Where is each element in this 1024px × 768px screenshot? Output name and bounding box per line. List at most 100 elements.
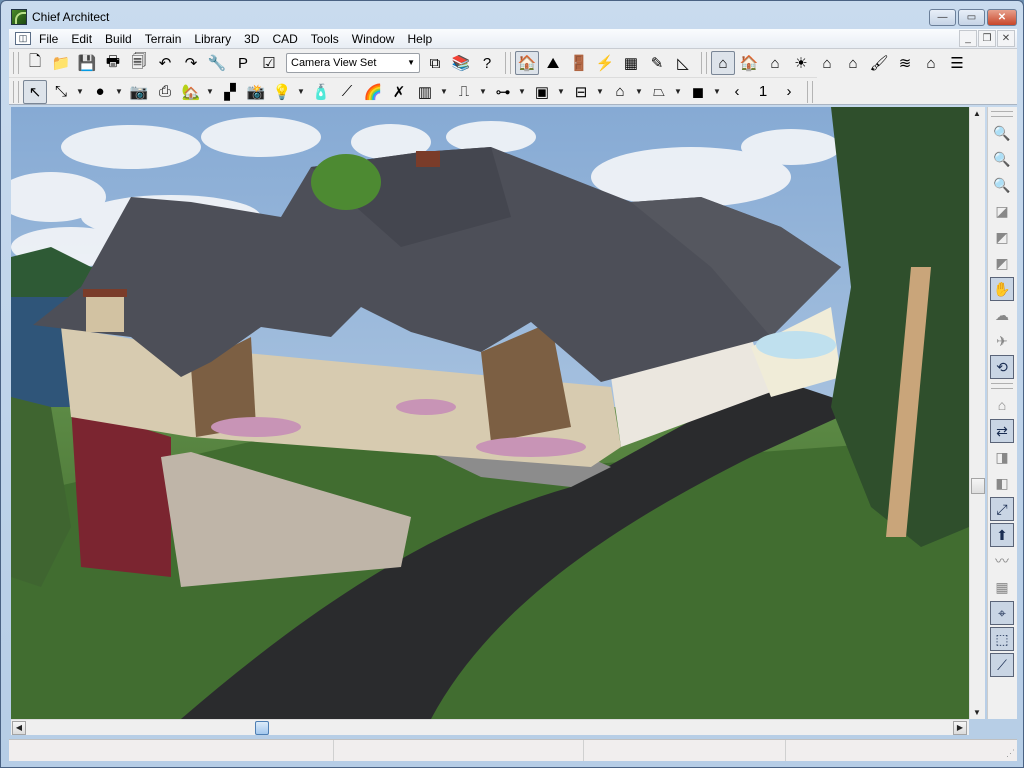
print-button[interactable]: 🖶: [101, 51, 125, 75]
toolbar-gripper[interactable]: [505, 52, 511, 74]
pan-button[interactable]: ✋: [990, 277, 1014, 301]
print-preview-button[interactable]: 🗐: [127, 51, 151, 75]
text-dimension-button[interactable]: ⤢: [990, 497, 1014, 521]
menu-terrain[interactable]: Terrain: [145, 32, 182, 46]
doc-minimize-button[interactable]: _: [959, 30, 977, 47]
no-material-button[interactable]: ✗: [387, 80, 411, 104]
minimize-button[interactable]: —: [929, 9, 956, 26]
resize-grip-icon[interactable]: ⋰: [1006, 748, 1015, 759]
walkthrough-2-button[interactable]: ✈: [990, 329, 1014, 353]
raytrace-view-button[interactable]: ☀: [789, 51, 813, 75]
walkthrough-1-button[interactable]: ☁: [990, 303, 1014, 327]
undo-button[interactable]: ↶: [153, 51, 177, 75]
full-overview-button[interactable]: 🏠: [737, 51, 761, 75]
angle-snap-button[interactable]: ⟋: [990, 653, 1014, 677]
menu-window[interactable]: Window: [352, 32, 395, 46]
roof-tools-button[interactable]: ⌂: [608, 80, 632, 104]
toolbar-gripper[interactable]: [991, 111, 1013, 117]
scroll-left-icon[interactable]: ◀: [12, 721, 26, 735]
wall-tools-button[interactable]: ▥: [413, 80, 437, 104]
previous-button[interactable]: ‹: [725, 80, 749, 104]
scroll-right-icon[interactable]: ▶: [953, 721, 967, 735]
roof-tools-dropdown-icon[interactable]: ▼: [634, 87, 644, 96]
menu-help[interactable]: Help: [407, 32, 432, 46]
3d-camera-viewport[interactable]: [11, 107, 969, 719]
terrain-plan-button[interactable]: ⛰: [541, 51, 565, 75]
light-dropdown-icon[interactable]: ▼: [296, 87, 306, 96]
water-render-button[interactable]: ≋: [893, 51, 917, 75]
toggle-ceiling-button[interactable]: ⇄: [990, 419, 1014, 443]
toolbar-gripper[interactable]: [13, 80, 19, 103]
maximize-button[interactable]: ▭: [958, 9, 985, 26]
materials-plan-button[interactable]: ▦: [619, 51, 643, 75]
redo-button[interactable]: ↷: [179, 51, 203, 75]
elevation-view-button[interactable]: ⌂: [841, 51, 865, 75]
door-tools-dropdown-icon[interactable]: ▼: [478, 87, 488, 96]
menu-3d[interactable]: 3D: [244, 32, 259, 46]
walls-off-button[interactable]: ⌂: [990, 393, 1014, 417]
zoom-out-button[interactable]: 🔍: [990, 173, 1014, 197]
cabinet-plan-button[interactable]: 🚪: [567, 51, 591, 75]
menu-edit[interactable]: Edit: [71, 32, 92, 46]
fill-window-button[interactable]: ◪: [990, 199, 1014, 223]
save-button[interactable]: 💾: [75, 51, 99, 75]
scroll-up-icon[interactable]: ▲: [973, 109, 981, 118]
railing-tools-button[interactable]: ⊶: [491, 80, 515, 104]
doll-house-button[interactable]: ⌂: [815, 51, 839, 75]
line-drawing-button[interactable]: ⌂: [919, 51, 943, 75]
edit-tools-dropdown-icon[interactable]: ▼: [75, 87, 85, 96]
doc-close-button[interactable]: ✕: [997, 30, 1015, 47]
vertical-scroll-thumb[interactable]: [971, 478, 985, 495]
horizontal-scroll-thumb[interactable]: [254, 721, 269, 735]
house-tools-button[interactable]: 🏡: [179, 80, 203, 104]
close-button[interactable]: ✕: [987, 9, 1017, 26]
toolbar-gripper[interactable]: [701, 52, 707, 74]
edit-tools-button[interactable]: ⤡: [49, 80, 73, 104]
zoom-in-button[interactable]: 🔍: [990, 147, 1014, 171]
slab-tools-button[interactable]: ⏢: [647, 80, 671, 104]
checklist-button[interactable]: ☑: [257, 51, 281, 75]
materials-list-button[interactable]: ☰: [945, 51, 969, 75]
menu-cad[interactable]: CAD: [272, 32, 297, 46]
rainbow-button[interactable]: 🌈: [361, 80, 385, 104]
render-paint-button[interactable]: 🖌: [867, 51, 891, 75]
plan-layout-button[interactable]: P: [231, 51, 255, 75]
eyedropper-button[interactable]: ⟋: [335, 80, 359, 104]
3d-box-tools-dropdown-icon[interactable]: ▼: [712, 87, 722, 96]
camera-view-button[interactable]: ⌂: [711, 51, 735, 75]
document-system-menu-icon[interactable]: ◫: [15, 32, 31, 45]
next-button[interactable]: ›: [777, 80, 801, 104]
select-objects-button[interactable]: ↖: [23, 79, 47, 104]
menu-library[interactable]: Library: [194, 32, 231, 46]
cross-section-button[interactable]: ◨: [990, 445, 1014, 469]
swirl-button[interactable]: 〰: [990, 549, 1014, 573]
menu-build[interactable]: Build: [105, 32, 132, 46]
menu-tools[interactable]: Tools: [311, 32, 339, 46]
title-bar[interactable]: Chief Architect — ▭ ✕: [1, 1, 1023, 29]
glass-house-button[interactable]: ⌂: [763, 51, 787, 75]
blocks-button[interactable]: ▞: [218, 80, 242, 104]
toolbar-gripper[interactable]: [13, 52, 19, 74]
cabinet-tools-button[interactable]: ▣: [530, 80, 554, 104]
undo-zoom-button[interactable]: ⟲: [990, 355, 1014, 379]
move-up-button[interactable]: ⬆: [990, 523, 1014, 547]
snap-grid-button[interactable]: ⌖: [990, 601, 1014, 625]
light-button[interactable]: 💡: [270, 80, 294, 104]
camera-save-button[interactable]: 📷: [127, 80, 151, 104]
floor-indicator-button[interactable]: 1: [751, 80, 775, 104]
layer-display-button[interactable]: ⧉: [423, 51, 447, 75]
spray-paint-button[interactable]: 🧴: [309, 80, 333, 104]
library-browser-button[interactable]: 📚: [449, 51, 473, 75]
wall-tools-dropdown-icon[interactable]: ▼: [439, 87, 449, 96]
help-button[interactable]: ?: [475, 51, 499, 75]
cad-plan-button[interactable]: ✎: [645, 51, 669, 75]
vertical-scrollbar[interactable]: ▲ ▼: [969, 107, 985, 719]
door-tools-button[interactable]: ⎍: [452, 80, 476, 104]
object-snap-button[interactable]: ⬚: [990, 627, 1014, 651]
fill-window-building-button[interactable]: ◩: [990, 225, 1014, 249]
backclip-button[interactable]: ◧: [990, 471, 1014, 495]
doc-restore-button[interactable]: ❐: [978, 30, 996, 47]
color-material-button[interactable]: ●: [88, 80, 112, 104]
open-plan-button[interactable]: 📁: [49, 51, 73, 75]
fill-window-all-button[interactable]: ◩: [990, 251, 1014, 275]
